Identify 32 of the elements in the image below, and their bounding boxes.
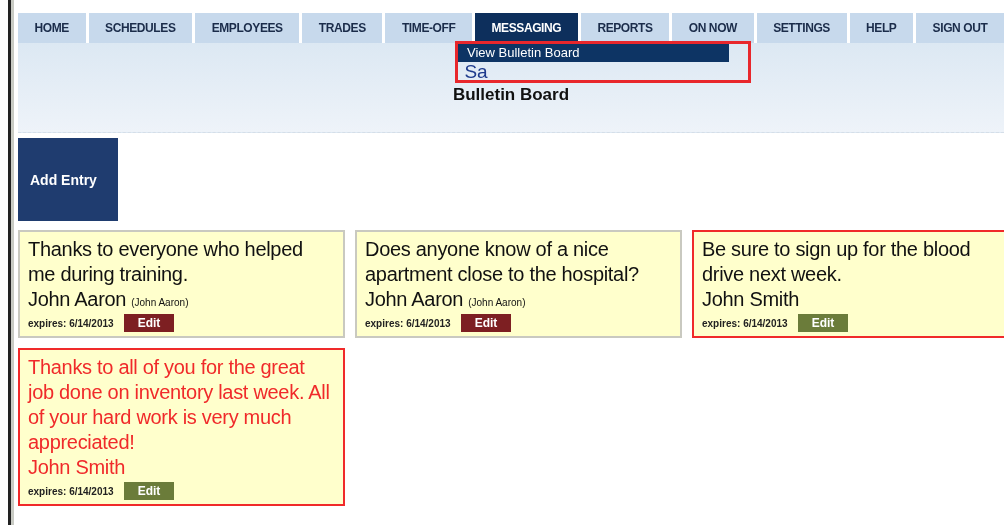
author-name: John Aaron bbox=[28, 287, 127, 312]
author-note: (John Aaron) bbox=[468, 297, 526, 308]
expiry-date: expires: 6/14/2013 bbox=[365, 317, 451, 329]
edit-button[interactable]: Edit bbox=[123, 482, 175, 500]
edit-button[interactable]: Edit bbox=[460, 314, 512, 332]
message-text: Be sure to sign up for the blood drive next week. bbox=[702, 237, 972, 287]
nav-tab[interactable]: MESSAGING bbox=[474, 13, 578, 43]
author-name: John Smith bbox=[702, 287, 800, 312]
nav-tab[interactable]: TIME-OFF bbox=[385, 13, 472, 43]
expiry-date: expires: 6/14/2013 bbox=[28, 317, 114, 329]
nav-tab[interactable]: ON NOW bbox=[672, 13, 754, 43]
expiry-date: expires: 6/14/2013 bbox=[28, 485, 114, 497]
author-name: John Aaron bbox=[365, 287, 464, 312]
message-text: Thanks to all of you for the great job done on inventory last week. All of your hard work is very much appreciated! bbox=[28, 355, 331, 455]
nav-tab[interactable]: SCHEDULES bbox=[88, 13, 193, 43]
edit-button[interactable]: Edit bbox=[123, 314, 175, 332]
nav-tab[interactable]: EMPLOYEES bbox=[195, 13, 300, 43]
nav-tab[interactable]: TRADES bbox=[302, 13, 383, 43]
add-entry-button[interactable]: Add Entry bbox=[18, 138, 118, 221]
nav-tab[interactable]: HELP bbox=[849, 13, 914, 43]
author-note: (John Aaron) bbox=[131, 297, 189, 308]
page-title: Bulletin Board bbox=[452, 85, 570, 105]
nav-tab[interactable]: HOME bbox=[18, 13, 86, 43]
author-name: John Smith bbox=[28, 455, 126, 480]
site-name: Sa bbox=[464, 61, 488, 83]
nav-tab[interactable]: REPORTS bbox=[580, 13, 670, 43]
nav-tab[interactable]: SETTINGS bbox=[756, 13, 847, 43]
expiry-date: expires: 6/14/2013 bbox=[702, 317, 788, 329]
nav-tab[interactable]: SIGN OUT bbox=[916, 13, 1004, 43]
edit-button[interactable]: Edit bbox=[797, 314, 849, 332]
message-text: Does anyone know of a nice apartment close to the hospital? bbox=[365, 237, 640, 287]
message-text: Thanks to everyone who helped me during training. bbox=[28, 237, 304, 287]
